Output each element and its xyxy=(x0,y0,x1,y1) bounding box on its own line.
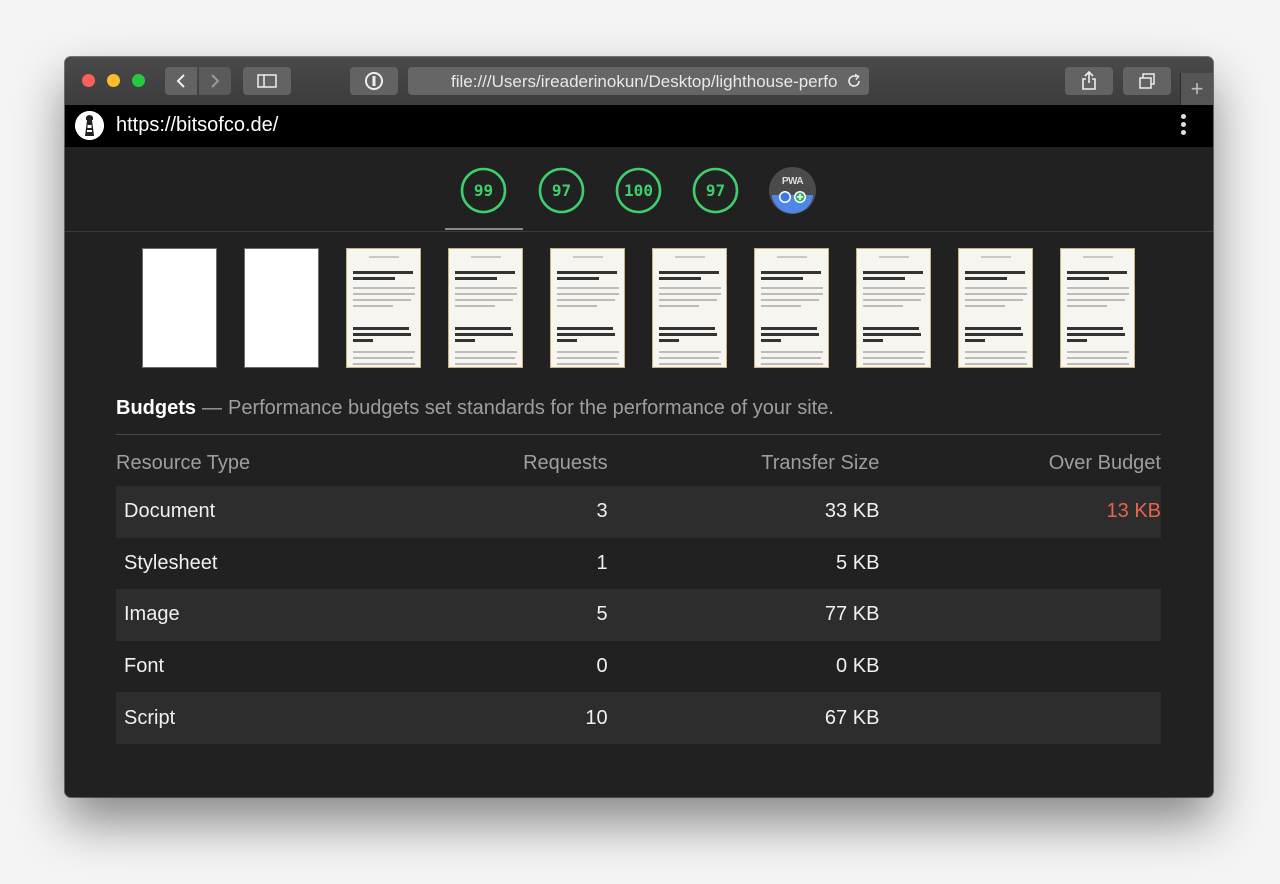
budgets-description: Performance budgets set standards for th… xyxy=(228,397,834,419)
table-header-row: Resource Type Requests Transfer Size Ove… xyxy=(116,440,1161,486)
filmstrip-frame xyxy=(652,248,727,368)
share-icon xyxy=(1082,71,1096,90)
gauge-seo[interactable]: 97 xyxy=(692,167,739,214)
over-budget-cell xyxy=(879,589,1161,641)
gauge-score: 97 xyxy=(551,181,572,200)
gauge-score: 97 xyxy=(705,181,726,200)
gauge-accessibility[interactable]: 97 xyxy=(538,167,585,214)
close-window-button[interactable] xyxy=(82,74,95,87)
gauge-best-practices[interactable]: 100 xyxy=(615,167,662,214)
col-transfer-size: Transfer Size xyxy=(761,451,880,474)
table-row: Document 3 33 KB 13 KB xyxy=(116,486,1161,538)
filmstrip-frame xyxy=(1060,248,1135,368)
resource-type-cell: Font xyxy=(124,655,165,678)
new-tab-button[interactable]: + xyxy=(1180,73,1213,105)
reload-icon[interactable] xyxy=(845,72,863,90)
transfer-size-cell: 77 KB xyxy=(607,589,880,641)
tabs-icon xyxy=(1139,73,1155,89)
filmstrip-frame xyxy=(346,248,421,368)
table-row: Stylesheet 1 5 KB xyxy=(116,538,1161,590)
gauge-performance[interactable]: 99 xyxy=(460,167,507,214)
filmstrip-frame xyxy=(244,248,319,368)
sidebar-icon xyxy=(257,74,277,88)
report-url: https://bitsofco.de/ xyxy=(116,114,279,136)
tools-menu-button[interactable] xyxy=(1181,114,1187,138)
report-header: https://bitsofco.de/ xyxy=(65,105,1213,147)
zoom-window-button[interactable] xyxy=(132,74,145,87)
requests-cell: 0 xyxy=(596,655,608,678)
budgets-title: Budgets xyxy=(116,397,196,419)
budget-table: Resource Type Requests Transfer Size Ove… xyxy=(116,440,1161,744)
resource-type-cell: Document xyxy=(116,486,422,538)
over-budget-cell xyxy=(879,692,1161,744)
lighthouse-logo-icon xyxy=(75,111,104,140)
tabs-overview-button[interactable] xyxy=(1123,67,1171,95)
filmstrip-frame xyxy=(754,248,829,368)
address-text: file:///Users/ireaderinokun/Desktop/ligh… xyxy=(451,72,838,91)
plus-icon: + xyxy=(1190,76,1204,101)
score-gauges: 99 97 100 97 PWA xyxy=(65,147,1213,232)
transfer-size-cell: 67 KB xyxy=(607,692,880,744)
pwa-badge[interactable]: PWA xyxy=(769,167,816,214)
requests-cell: 5 xyxy=(421,589,608,641)
resource-type-cell: Image xyxy=(116,589,422,641)
budgets-divider xyxy=(116,434,1161,435)
gauge-score: 99 xyxy=(473,181,494,200)
requests-cell: 3 xyxy=(421,486,608,538)
back-button[interactable] xyxy=(165,67,197,95)
browser-toolbar: file:///Users/ireaderinokun/Desktop/ligh… xyxy=(65,57,1213,106)
resource-type-cell: Stylesheet xyxy=(124,551,218,574)
chevron-left-icon xyxy=(176,74,185,88)
active-gauge-indicator xyxy=(445,228,523,230)
filmstrip-frame xyxy=(142,248,217,368)
gauge-score: 100 xyxy=(624,181,653,200)
table-row: Script 10 67 KB xyxy=(116,692,1161,744)
table-row: Image 5 77 KB xyxy=(116,589,1161,641)
requests-cell: 1 xyxy=(596,551,608,574)
budgets-heading: Budgets — Performance budgets set standard… xyxy=(116,397,834,420)
over-budget-cell xyxy=(879,641,1161,693)
requests-cell: 10 xyxy=(421,692,608,744)
chevron-right-icon xyxy=(211,74,220,88)
onepassword-icon xyxy=(365,72,383,90)
filmstrip-frame xyxy=(856,248,931,368)
col-over-budget: Over Budget xyxy=(1048,451,1161,474)
col-resource-type: Resource Type xyxy=(116,451,251,474)
transfer-size-cell: 5 KB xyxy=(836,551,880,574)
transfer-size-cell: 0 KB xyxy=(836,655,880,678)
resource-type-cell: Script xyxy=(116,692,422,744)
over-budget-cell xyxy=(879,538,1161,590)
filmstrip-frame xyxy=(550,248,625,368)
browser-window: file:///Users/ireaderinokun/Desktop/ligh… xyxy=(65,57,1213,797)
col-requests: Requests xyxy=(523,451,608,474)
filmstrip-frame xyxy=(958,248,1033,368)
sidebar-toggle-button[interactable] xyxy=(243,67,291,95)
forward-button[interactable] xyxy=(199,67,231,95)
pwa-badge-icon xyxy=(772,191,813,214)
transfer-size-cell: 33 KB xyxy=(607,486,880,538)
budgets-dash: — xyxy=(202,397,222,419)
share-button[interactable] xyxy=(1065,67,1113,95)
table-row: Font 0 0 KB xyxy=(116,641,1161,693)
address-bar[interactable]: file:///Users/ireaderinokun/Desktop/ligh… xyxy=(408,67,869,95)
minimize-window-button[interactable] xyxy=(107,74,120,87)
password-button[interactable] xyxy=(350,67,398,95)
filmstrip-frame xyxy=(448,248,523,368)
over-budget-cell: 13 KB xyxy=(879,486,1161,538)
